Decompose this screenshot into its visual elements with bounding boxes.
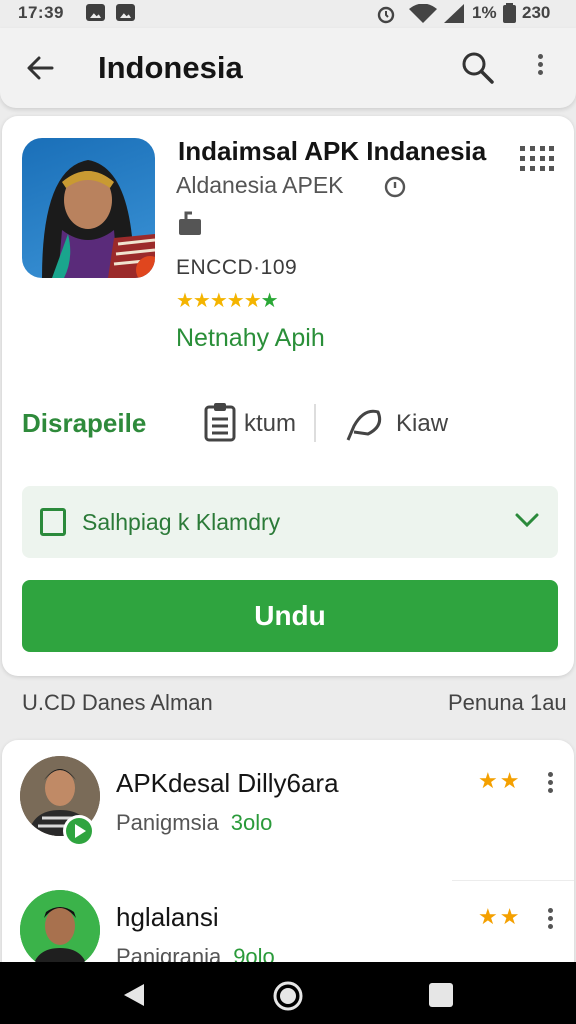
- signal-icon: [444, 4, 464, 23]
- app-category[interactable]: Netnahy Apih: [176, 324, 325, 353]
- download-button[interactable]: Undu: [22, 580, 558, 652]
- app-developer[interactable]: Aldanesia APEK: [176, 172, 344, 199]
- action-divider: [314, 404, 316, 442]
- page-title: Indonesia: [98, 50, 243, 85]
- option-label: Salhpiag k Klamdry: [82, 509, 281, 535]
- primary-action-link[interactable]: Disrapeile: [22, 408, 146, 439]
- share-device-icon: [179, 211, 201, 235]
- option-dropdown[interactable]: Salhpiag k Klamdry: [22, 486, 558, 558]
- rating-stars-green: ★: [260, 290, 279, 312]
- info-action-label[interactable]: ktum: [244, 410, 296, 438]
- list-item-stars: ★★: [478, 904, 522, 929]
- battery-percent: 1%: [472, 3, 497, 22]
- list-item-title: APKdesal Dilly6ara: [116, 768, 339, 798]
- status-bar: 17:39 1% 230: [0, 0, 576, 28]
- wifi-icon: [409, 4, 437, 23]
- app-list: APKdesal Dilly6ara Panigmsia 3olo ★★ hgla…: [2, 740, 574, 980]
- system-nav-bar: [0, 962, 576, 1024]
- recents-square-icon[interactable]: [428, 982, 454, 1008]
- more-vertical-icon[interactable]: [548, 772, 554, 794]
- avatar: [20, 890, 100, 970]
- app-bar: Indonesia: [0, 28, 576, 108]
- app-version: ENCCD·109: [176, 256, 298, 279]
- list-item-subtitle: Panigmsia 3olo: [116, 810, 272, 836]
- app-name: Indaimsal APK Indanesia: [178, 136, 487, 166]
- gallery-icon: [86, 4, 105, 21]
- list-item-stars: ★★: [478, 768, 522, 793]
- info-icon[interactable]: [384, 176, 406, 198]
- alarm-icon: [377, 6, 395, 24]
- option-checkbox[interactable]: [40, 508, 66, 536]
- section-see-more-link[interactable]: Penuna 1au: [448, 690, 567, 716]
- more-vertical-icon[interactable]: [548, 908, 554, 930]
- share-action-label[interactable]: Kiaw: [396, 410, 448, 438]
- list-item-count: 3olo: [230, 810, 273, 835]
- arrow-left-icon[interactable]: [24, 52, 56, 84]
- photo-icon: [116, 4, 135, 21]
- app-icon: [22, 138, 155, 278]
- status-extra: 230: [522, 3, 551, 22]
- share-icon[interactable]: [344, 404, 384, 444]
- list-item-developer: Panigmsia: [116, 810, 219, 835]
- rating-stars: ★★★★★★: [176, 288, 279, 313]
- more-vertical-icon[interactable]: [538, 54, 544, 76]
- home-circle-icon[interactable]: [272, 980, 304, 1012]
- clipboard-icon[interactable]: [204, 402, 236, 442]
- section-title: U.CD Danes Alman: [22, 690, 213, 715]
- chevron-down-icon[interactable]: [514, 510, 540, 530]
- status-time: 17:39: [18, 3, 64, 22]
- rating-stars-gold: ★★★★★: [176, 290, 262, 312]
- app-details-card: Indaimsal APK Indanesia Aldanesia APEK E…: [2, 116, 574, 676]
- play-badge-icon: [63, 815, 95, 847]
- search-icon[interactable]: [460, 50, 496, 86]
- list-item-title: hglalansi: [116, 902, 219, 932]
- list-item[interactable]: APKdesal Dilly6ara Panigmsia 3olo ★★: [2, 740, 574, 870]
- back-triangle-icon[interactable]: [120, 982, 148, 1008]
- battery-icon: [503, 3, 516, 23]
- grid-dots-icon[interactable]: [520, 146, 554, 172]
